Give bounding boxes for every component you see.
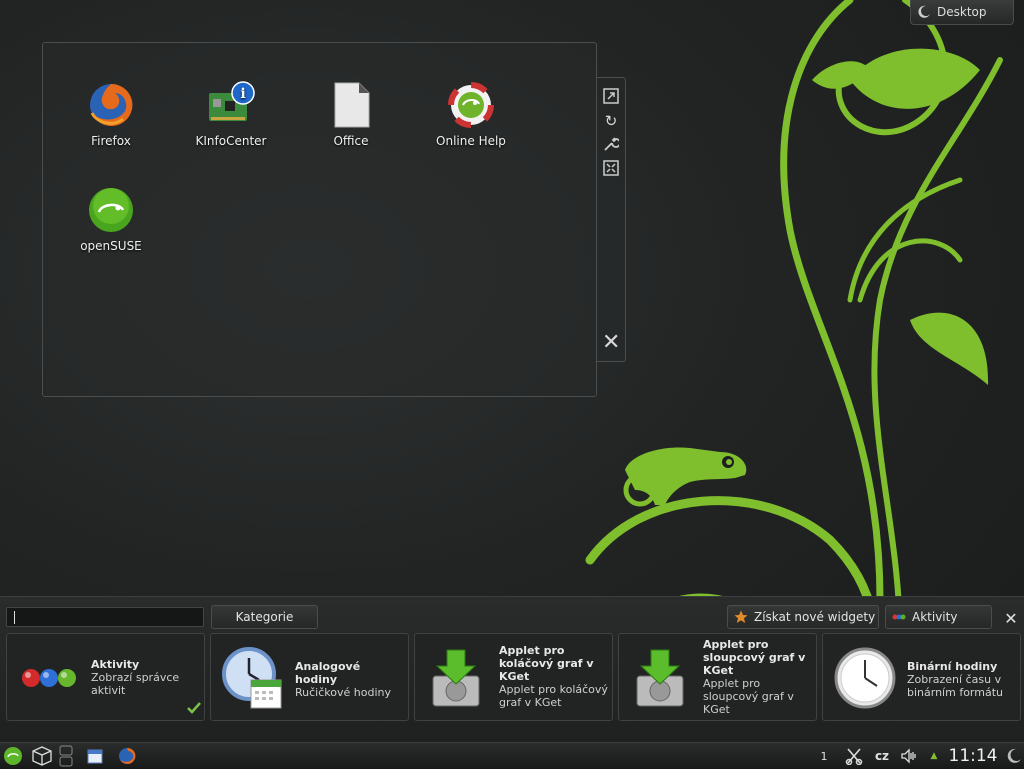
pager-desktops-icon	[59, 745, 73, 767]
activities-icon	[22, 669, 76, 687]
resize-icon[interactable]	[602, 88, 620, 106]
plasma-moon-icon	[1007, 748, 1021, 763]
checkmark-icon	[187, 702, 201, 714]
widget-description: Applet pro sloupcový graf v KGet	[703, 677, 794, 716]
calendar-app-icon	[87, 749, 103, 764]
widget-card-kget-bar[interactable]: Applet pro sloupcový graf v KGet Applet …	[618, 633, 817, 721]
widget-description: Zobrazí správce aktivit	[91, 671, 180, 697]
widget-title: Aktivity	[91, 658, 140, 671]
desktop-icon-label: Office	[333, 134, 369, 148]
widget-card-analog-clock[interactable]: Analogové hodiny Ručičkové hodiny	[210, 633, 409, 721]
widget-card-binary-clock[interactable]: Binární hodiny Zobrazení času v binárním…	[822, 633, 1021, 721]
cube-icon	[32, 746, 52, 766]
activity-manager-button[interactable]	[30, 746, 54, 766]
star-icon	[734, 610, 748, 623]
text-caret	[14, 611, 15, 624]
categories-label: Kategorie	[235, 610, 294, 624]
kget-download-icon	[432, 649, 480, 707]
panel-toolbox-button[interactable]	[1005, 746, 1023, 766]
firefox-icon	[119, 747, 136, 764]
taskbar-calendar-app[interactable]	[84, 746, 106, 766]
desktop-toolbox-button[interactable]: Desktop	[910, 0, 1014, 25]
online-help-icon	[448, 82, 494, 128]
widget-title: Applet pro sloupcový graf v KGet	[703, 638, 806, 677]
klipper-scissors-icon[interactable]	[843, 746, 865, 766]
widget-title: Applet pro koláčový graf v KGet	[499, 644, 594, 683]
close-explorer-icon[interactable]: ✕	[1001, 608, 1021, 628]
desktop-icon-opensuse[interactable]: openSUSE	[56, 186, 166, 253]
widget-search-input[interactable]	[6, 607, 204, 627]
widget-card-text: Aktivity Zobrazí správce aktivit	[91, 658, 201, 697]
widget-title: Binární hodiny	[907, 660, 998, 673]
current-desktop-number[interactable]: 1	[817, 746, 831, 766]
activities-label: Aktivity	[912, 610, 958, 624]
system-tray-expand-icon[interactable]: ▲	[927, 746, 941, 766]
widget-card-activities[interactable]: Aktivity Zobrazí správce aktivit	[6, 633, 205, 721]
get-new-widgets-button[interactable]: Získat nové widgety	[727, 605, 879, 629]
binary-clock-icon	[834, 647, 896, 709]
digital-clock[interactable]: 11:14	[946, 746, 1000, 766]
widget-description: Ručičkové hodiny	[295, 686, 391, 699]
desktop-icon-office[interactable]: Office	[296, 81, 406, 148]
folder-view-widget[interactable]: Firefox i KInfoCenter Office Online Help	[42, 42, 597, 397]
close-icon[interactable]: ✕	[602, 332, 620, 354]
firefox-icon	[90, 83, 133, 126]
pager-widget[interactable]	[58, 745, 74, 767]
desktop-icon-label: Online Help	[436, 134, 506, 148]
rotate-icon[interactable]: ↻	[602, 112, 620, 130]
kget-download-icon	[636, 649, 684, 707]
plasma-moon-icon	[918, 5, 930, 18]
widget-explorer: Kategorie Získat nové widgety Aktivity ✕…	[0, 596, 1024, 743]
analog-clock-icon	[222, 647, 282, 709]
desktop-icon-label: KInfoCenter	[195, 134, 267, 148]
bottom-panel: 1 cz ▲ 11:14	[0, 742, 1024, 769]
opensuse-icon	[89, 188, 133, 232]
get-new-widgets-label: Získat nové widgety	[754, 610, 876, 624]
applet-handle[interactable]: ↻ ✕	[597, 77, 626, 362]
desktop-icon-label: Firefox	[91, 134, 131, 148]
opensuse-icon	[4, 747, 22, 765]
desktop-icon-online-help[interactable]: Online Help	[416, 81, 526, 148]
widget-title: Analogové hodiny	[295, 660, 361, 686]
desktop-icon-label: openSUSE	[80, 239, 142, 253]
taskbar-firefox[interactable]	[116, 746, 138, 766]
volume-icon[interactable]	[899, 746, 919, 766]
settings-wrench-icon[interactable]	[602, 136, 621, 154]
application-launcher-button[interactable]	[2, 746, 24, 766]
widget-card-kget-pie[interactable]: Applet pro koláčový graf v KGet Applet p…	[414, 633, 613, 721]
maximize-icon[interactable]	[602, 160, 620, 178]
widget-card-text: Binární hodiny Zobrazení času v binárním…	[907, 660, 1017, 699]
activities-icon	[892, 614, 906, 620]
widget-card-text: Analogové hodiny Ručičkové hodiny	[295, 660, 405, 699]
categories-button[interactable]: Kategorie	[211, 605, 318, 629]
widget-description: Applet pro koláčový graf v KGet	[499, 683, 608, 709]
svg-text:i: i	[240, 86, 245, 102]
widget-card-text: Applet pro sloupcový graf v KGet Applet …	[703, 638, 813, 716]
widget-card-text: Applet pro koláčový graf v KGet Applet p…	[499, 644, 609, 709]
kinfocenter-icon: i	[209, 81, 255, 121]
activities-button[interactable]: Aktivity	[885, 605, 992, 629]
desktop-icon-kinfocenter[interactable]: i KInfoCenter	[176, 81, 286, 148]
keyboard-layout-indicator[interactable]: cz	[871, 746, 893, 766]
desktop-toolbox-label: Desktop	[937, 5, 987, 19]
widget-description: Zobrazení času v binárním formátu	[907, 673, 1003, 699]
desktop-icon-firefox[interactable]: Firefox	[56, 81, 166, 148]
office-document-icon	[334, 82, 370, 128]
